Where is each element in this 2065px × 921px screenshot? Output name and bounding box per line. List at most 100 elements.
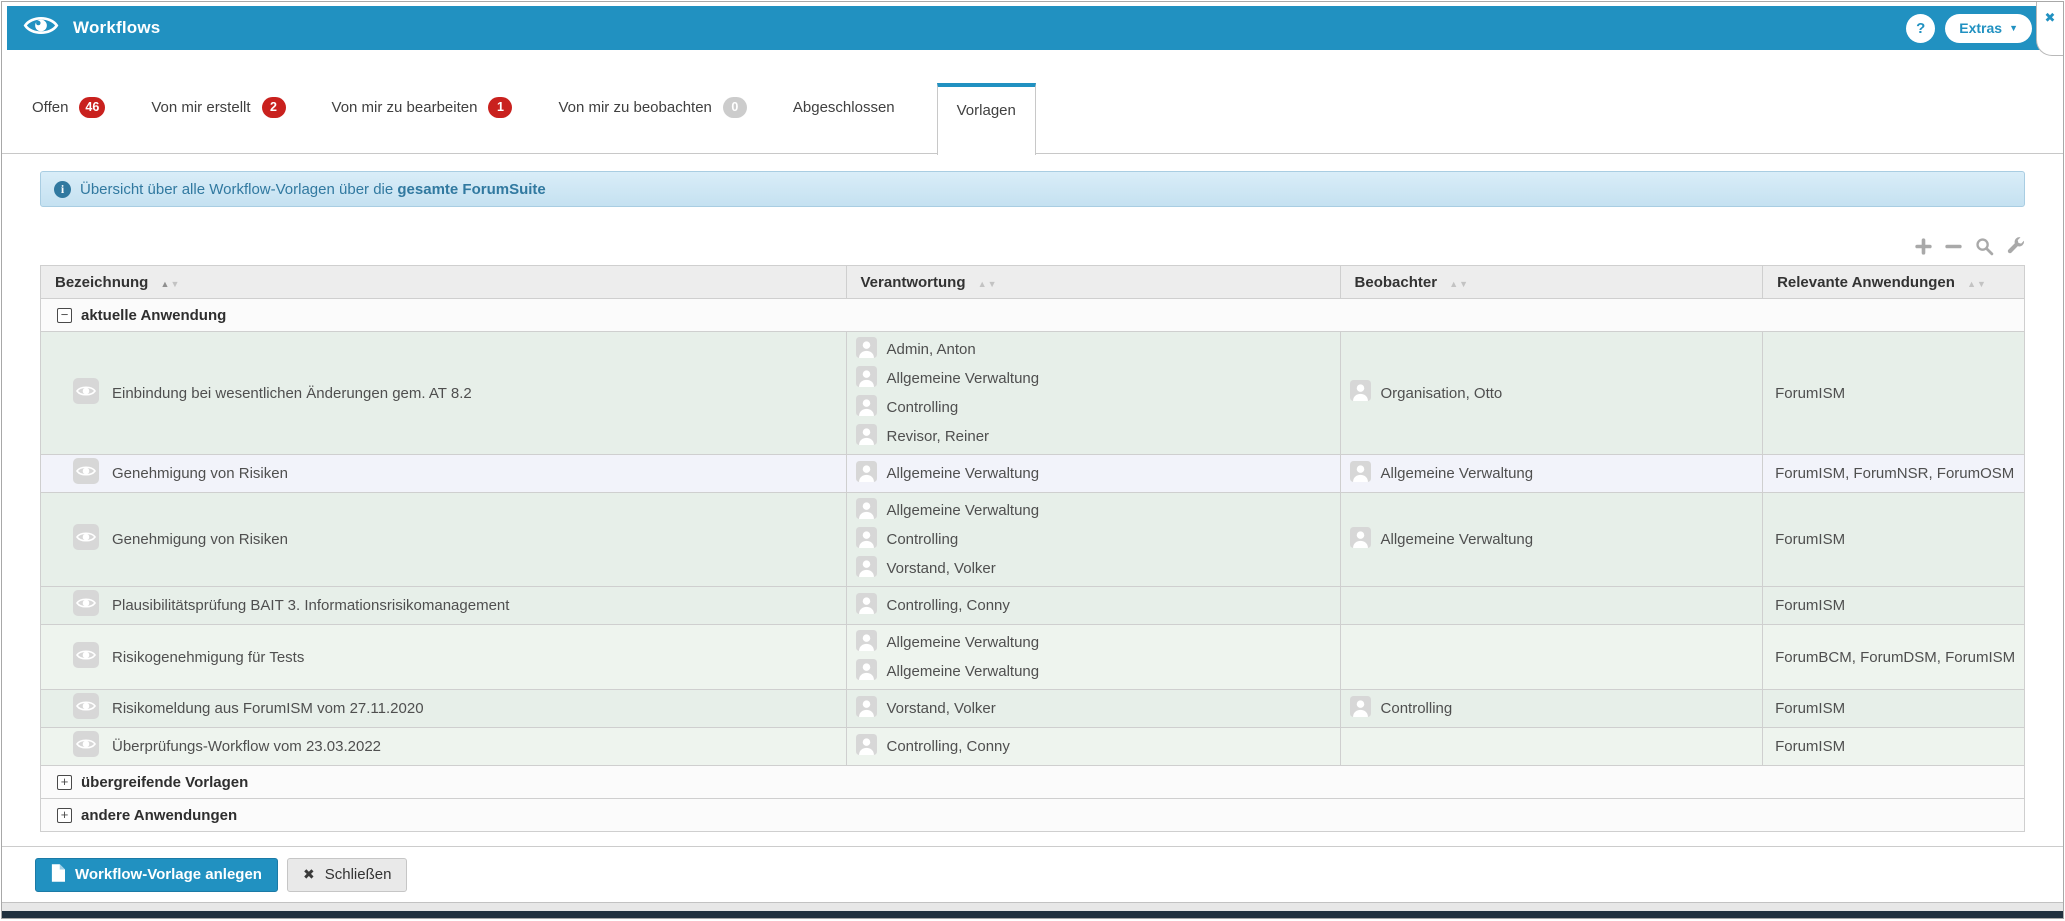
- table-row[interactable]: Überprüfungs-Workflow vom 23.03.2022 Cont…: [40, 727, 2025, 766]
- person-entry: Controlling: [855, 525, 1332, 554]
- person-name: Allgemeine Verwaltung: [886, 370, 1040, 387]
- tab-vorlagen[interactable]: Vorlagen: [936, 83, 1036, 155]
- sort-icons: ▲▼: [1449, 278, 1470, 289]
- relevante-anwendungen-cell: ForumISM: [1762, 331, 2025, 455]
- table-row[interactable]: Einbindung bei wesentlichen Änderungen g…: [40, 331, 2025, 455]
- verantwortung-cell: Vorstand, Volker: [845, 689, 1341, 728]
- count-badge: 46: [79, 96, 106, 118]
- table-row[interactable]: Risikomeldung aus ForumISM vom 27.11.202…: [40, 689, 2025, 728]
- workflow-eye-icon: [73, 590, 99, 621]
- column-header-bezeichnung[interactable]: Bezeichnung ▲▼: [40, 265, 847, 299]
- person-icon: [855, 555, 877, 582]
- column-label: Beobachter: [1354, 273, 1438, 291]
- person-entry: Controlling, Conny: [855, 732, 1332, 761]
- relevante-anwendungen-cell: ForumISM, ForumNSR, ForumOSM: [1762, 454, 2025, 493]
- expand-icon[interactable]: +: [57, 807, 72, 823]
- grid-toolbar: [40, 235, 2025, 257]
- person-icon: [855, 497, 877, 524]
- tab-offen[interactable]: Offen 46: [28, 84, 109, 130]
- person-entry: Vorstand, Volker: [855, 554, 1332, 583]
- person-name: Allgemeine Verwaltung: [1380, 531, 1534, 548]
- table-row[interactable]: Risikogenehmigung für Tests Allgemeine Ve…: [40, 624, 2025, 690]
- person-icon: [855, 526, 877, 553]
- tab-von-mir-erstellt[interactable]: Von mir erstellt 2: [147, 84, 289, 130]
- search-icon[interactable]: [1975, 237, 1994, 256]
- person-name: Allgemeine Verwaltung: [886, 502, 1040, 519]
- window-close-button[interactable]: ✖: [2036, 2, 2063, 56]
- eye-logo-icon: [23, 12, 59, 44]
- group-label: andere Anwendungen: [81, 806, 238, 824]
- column-label: Relevante Anwendungen: [1777, 273, 1955, 291]
- person-name: Allgemeine Verwaltung: [886, 634, 1040, 651]
- workflow-name: Risikomeldung aus ForumISM vom 27.11.202…: [112, 700, 424, 717]
- person-name: Controlling: [886, 531, 959, 548]
- window-bottom-strip: [2, 902, 2063, 911]
- person-entry: Allgemeine Verwaltung: [1349, 525, 1755, 554]
- column-header-relevante-anwendungen[interactable]: Relevante Anwendungen ▲▼: [1762, 265, 2025, 299]
- wrench-icon[interactable]: [2007, 237, 2025, 255]
- person-entry: Allgemeine Verwaltung: [855, 628, 1332, 657]
- group-row[interactable]: + andere Anwendungen: [40, 798, 2025, 832]
- expand-icon[interactable]: +: [57, 774, 72, 790]
- close-button[interactable]: ✖ Schließen: [286, 857, 408, 892]
- person-name: Controlling, Conny: [886, 738, 1010, 755]
- table-row[interactable]: Genehmigung von Risiken Allgemeine Verwal…: [40, 454, 2025, 493]
- group-label: aktuelle Anwendung: [81, 306, 227, 324]
- person-name: Allgemeine Verwaltung: [1380, 465, 1534, 482]
- person-name: Controlling: [1380, 700, 1453, 717]
- workflows-window: Workflows ? Extras ▼ ✖ Offen 46 Von mir …: [1, 1, 2064, 919]
- person-icon: [855, 695, 877, 722]
- tab-label: Abgeschlossen: [792, 98, 895, 116]
- person-name: Vorstand, Volker: [886, 700, 996, 717]
- person-icon: [855, 658, 877, 685]
- workflow-name: Einbindung bei wesentlichen Änderungen g…: [112, 384, 472, 402]
- workflow-eye-icon: [73, 731, 99, 762]
- minus-icon[interactable]: [1945, 238, 1962, 255]
- column-header-verantwortung[interactable]: Verantwortung ▲▼: [845, 265, 1341, 299]
- person-entry: Allgemeine Verwaltung: [855, 459, 1332, 488]
- relevante-anwendungen-cell: ForumISM: [1762, 586, 2025, 625]
- person-icon: [1349, 526, 1371, 553]
- person-name: Allgemeine Verwaltung: [886, 465, 1040, 482]
- sort-icons: ▲▼: [1967, 278, 1987, 289]
- bezeichnung-cell: Genehmigung von Risiken: [40, 454, 847, 493]
- extras-label: Extras: [1959, 20, 2003, 36]
- tab-von-mir-zu-beobachten[interactable]: Von mir zu beobachten 0: [554, 84, 750, 130]
- group-row[interactable]: + übergreifende Vorlagen: [40, 765, 2025, 799]
- relevante-anwendungen-cell: ForumISM: [1762, 689, 2025, 728]
- chevron-down-icon: ▼: [2009, 23, 2018, 33]
- bezeichnung-cell: Genehmigung von Risiken: [40, 492, 847, 587]
- help-button[interactable]: ?: [1906, 13, 1936, 43]
- person-entry: Controlling, Conny: [855, 591, 1332, 620]
- column-header-beobachter[interactable]: Beobachter ▲▼: [1339, 265, 1764, 299]
- tab-label: Von mir zu beobachten: [558, 98, 712, 116]
- person-entry: Allgemeine Verwaltung: [1349, 459, 1755, 488]
- workflow-eye-icon: [73, 693, 99, 724]
- titlebar: Workflows ? Extras ▼: [7, 6, 2050, 50]
- person-icon: [855, 394, 877, 421]
- group-row[interactable]: − aktuelle Anwendung: [40, 298, 2025, 332]
- collapse-icon[interactable]: −: [57, 307, 72, 323]
- count-badge: 0: [722, 96, 747, 118]
- person-name: Admin, Anton: [886, 341, 976, 358]
- table-row[interactable]: Plausibilitätsprüfung BAIT 3. Informatio…: [40, 586, 2025, 625]
- person-entry: Organisation, Otto: [1349, 379, 1755, 408]
- person-name: Controlling, Conny: [886, 597, 1010, 614]
- info-icon: i: [54, 180, 71, 198]
- create-template-button[interactable]: Workflow-Vorlage anlegen: [35, 857, 278, 892]
- beobachter-cell: [1339, 727, 1764, 766]
- extras-button[interactable]: Extras ▼: [1945, 13, 2032, 43]
- person-name: Vorstand, Volker: [886, 560, 996, 577]
- table-row[interactable]: Genehmigung von Risiken Allgemeine Verwal…: [40, 492, 2025, 587]
- sort-icons: ▲▼: [160, 278, 181, 289]
- verantwortung-cell: Allgemeine Verwaltung Allgemeine Verwaltu…: [845, 624, 1341, 690]
- person-icon: [855, 629, 877, 656]
- tab-von-mir-zu-bearbeiten[interactable]: Von mir zu bearbeiten 1: [328, 84, 517, 130]
- plus-icon[interactable]: [1915, 237, 1932, 255]
- beobachter-cell: Controlling: [1339, 689, 1764, 728]
- tab-abgeschlossen[interactable]: Abgeschlossen: [789, 84, 899, 130]
- tab-label: Von mir erstellt: [151, 98, 251, 116]
- person-icon: [855, 365, 877, 392]
- bezeichnung-cell: Plausibilitätsprüfung BAIT 3. Informatio…: [40, 586, 847, 625]
- beobachter-cell: [1339, 586, 1764, 625]
